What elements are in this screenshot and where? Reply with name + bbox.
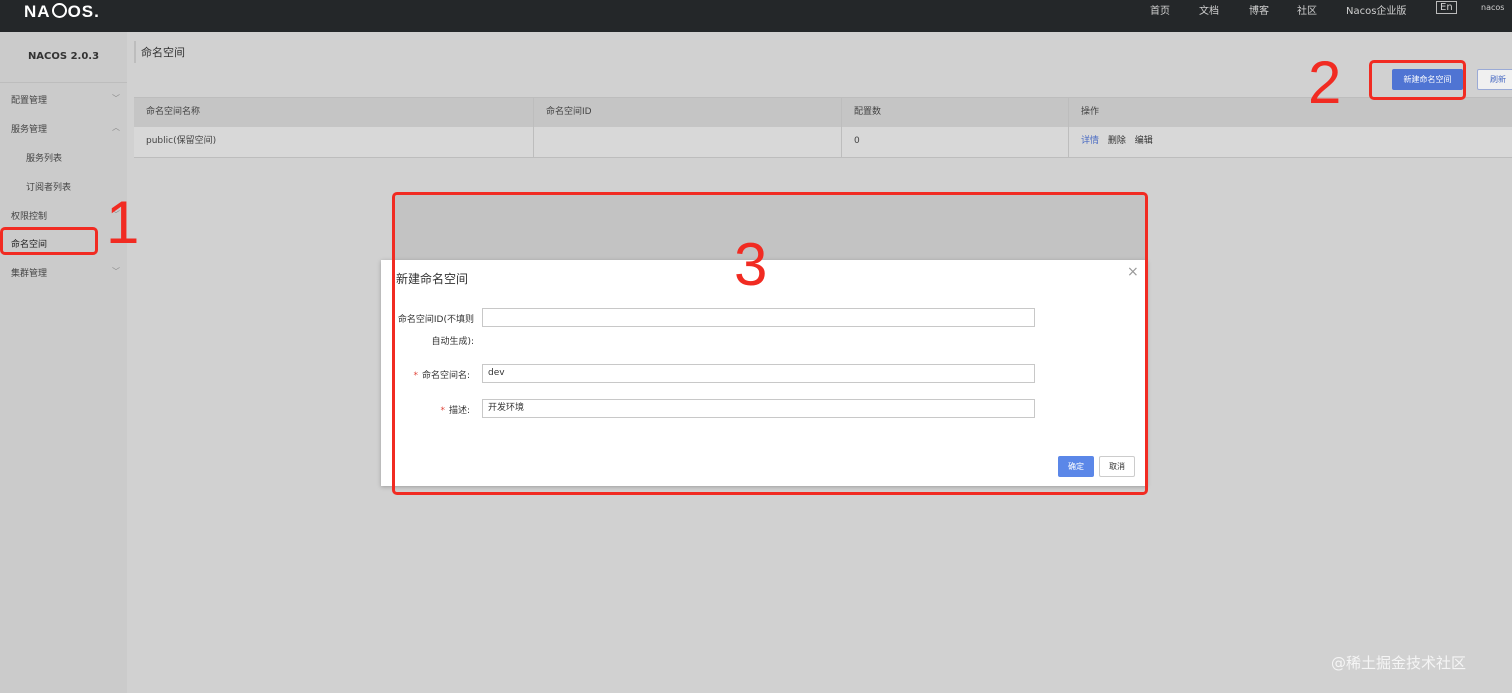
operations-cell: 详情 删除 编辑	[1068, 127, 1512, 157]
refresh-button[interactable]: 刷新	[1477, 69, 1512, 90]
sidebar-item-subscriber-list[interactable]: 订阅者列表	[26, 180, 71, 193]
nacos-logo[interactable]: NA OS.	[24, 2, 100, 22]
sidebar-item-cluster-management[interactable]: 集群管理	[11, 266, 47, 279]
nav-home-link[interactable]: 首页	[1150, 2, 1170, 17]
user-menu[interactable]: nacos	[1481, 3, 1504, 12]
column-header-config-count: 配置数	[841, 98, 1068, 127]
edit-link[interactable]: 编辑	[1135, 136, 1153, 146]
sidebar: NACOS 2.0.3 配置管理 ﹀ 服务管理 ︿ 服务列表 订阅者列表 权限控…	[0, 32, 127, 693]
annotation-box-1	[0, 227, 98, 255]
chevron-down-icon: ﹀	[112, 94, 120, 103]
sidebar-item-service-management[interactable]: 服务管理	[11, 122, 47, 135]
config-count-cell: 0	[841, 127, 1068, 157]
namespace-name-cell: public(保留空间)	[146, 136, 217, 146]
annotation-number-1: 1	[106, 189, 140, 256]
column-header-namespace-name: 命名空间名称	[146, 107, 201, 117]
sidebar-version-title: NACOS 2.0.3	[0, 32, 127, 83]
delete-link[interactable]: 删除	[1108, 136, 1126, 146]
chevron-down-icon: ﹀	[112, 267, 120, 276]
watermark-text: @稀土掘金技术社区	[1331, 654, 1467, 672]
table-row: public(保留空间) 0 详情 删除 编辑	[134, 127, 1512, 158]
sidebar-item-access-control[interactable]: 权限控制	[11, 209, 47, 222]
language-switch-button[interactable]: En	[1436, 1, 1457, 14]
column-header-namespace-id: 命名空间ID	[533, 98, 841, 127]
chevron-up-icon: ︿	[112, 123, 120, 132]
nav-blog-link[interactable]: 博客	[1249, 2, 1269, 17]
namespace-id-cell	[533, 127, 841, 157]
annotation-box-3	[392, 192, 1148, 495]
namespace-table: 命名空间名称 命名空间ID 配置数 操作 public(保留空间) 0 详情 删…	[134, 97, 1512, 158]
nav-docs-link[interactable]: 文档	[1199, 2, 1219, 17]
column-header-operations: 操作	[1068, 98, 1512, 127]
sidebar-item-config-management[interactable]: 配置管理	[11, 93, 47, 106]
breadcrumb-divider	[134, 41, 136, 63]
nav-community-link[interactable]: 社区	[1297, 2, 1317, 17]
annotation-number-3: 3	[734, 231, 768, 298]
page-title: 命名空间	[141, 46, 185, 59]
sidebar-item-service-list[interactable]: 服务列表	[26, 151, 62, 164]
nav-enterprise-link[interactable]: Nacos企业版	[1346, 2, 1406, 17]
top-navigation-bar: NA OS. 首页 文档 博客 社区 Nacos企业版 En nacos	[0, 0, 1512, 32]
annotation-box-2	[1369, 60, 1466, 100]
detail-link[interactable]: 详情	[1081, 136, 1099, 146]
annotation-number-2: 2	[1308, 49, 1342, 116]
table-header: 命名空间名称 命名空间ID 配置数 操作	[134, 97, 1512, 128]
